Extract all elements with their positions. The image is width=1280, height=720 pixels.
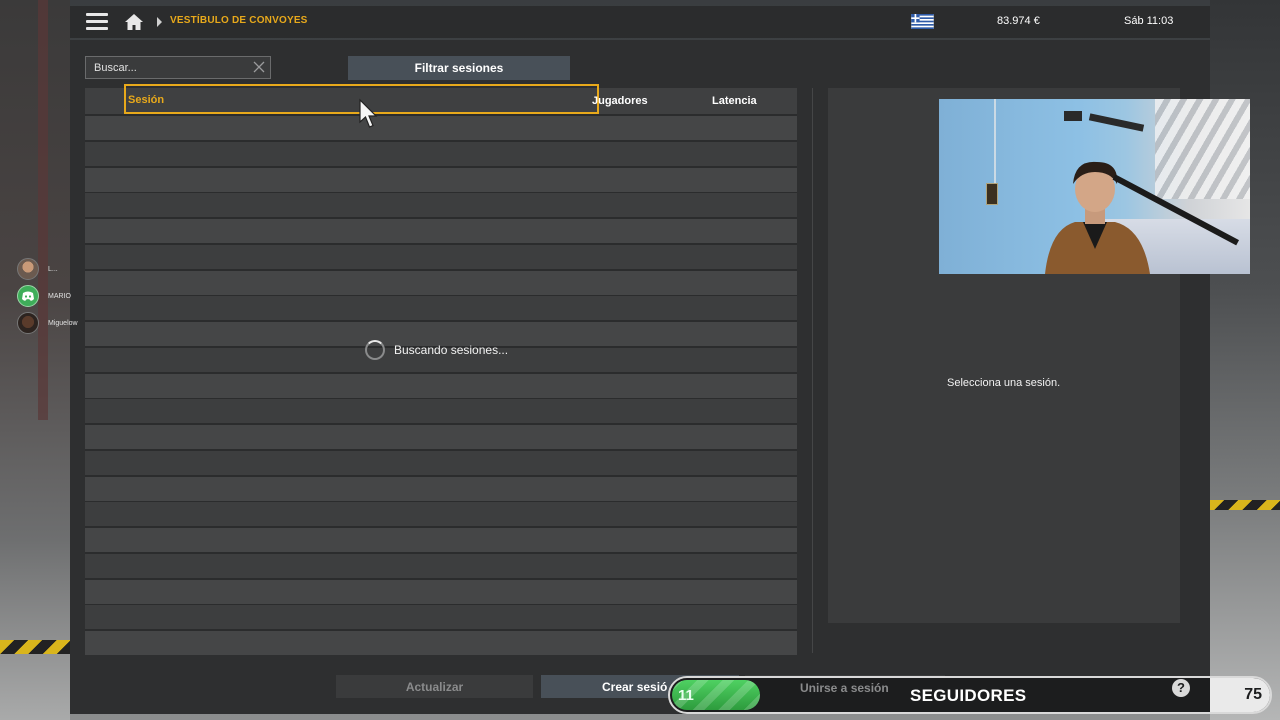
streamer-figure <box>1045 161 1150 274</box>
refresh-button[interactable]: Actualizar <box>336 675 533 698</box>
join-session-label-behind: Unirse a sesión <box>800 681 889 695</box>
webcam-wall-object <box>1064 111 1082 121</box>
detail-empty-text: Selecciona una sesión. <box>947 377 1061 389</box>
table-row[interactable] <box>85 244 797 269</box>
webcam-outlet <box>986 183 998 205</box>
table-row[interactable] <box>85 579 797 604</box>
breadcrumb-chevron-icon <box>157 17 162 27</box>
followers-goal-count: 75 <box>1244 686 1262 703</box>
column-header-latency[interactable]: Latencia <box>712 95 757 107</box>
webcam-overlay <box>939 99 1250 274</box>
table-row[interactable] <box>85 425 797 449</box>
help-icon[interactable]: ? <box>1172 679 1190 697</box>
table-row[interactable] <box>85 528 797 552</box>
table-row[interactable] <box>85 553 797 578</box>
table-row[interactable] <box>85 502 797 527</box>
breadcrumb[interactable]: VESTÍBULO DE CONVOYES <box>170 15 308 26</box>
search-box <box>85 56 271 79</box>
loading-text: Buscando sesiones... <box>394 343 509 357</box>
friend-item[interactable]: L... <box>17 257 78 281</box>
loading-indicator: Buscando sesiones... <box>365 340 508 360</box>
webcam-wall-object <box>1088 113 1145 132</box>
column-header-label: Sesión <box>128 94 165 106</box>
webcam-cable <box>994 99 996 189</box>
table-row[interactable] <box>85 631 797 655</box>
friend-item[interactable]: Miguelow <box>17 311 78 335</box>
discord-avatar-icon <box>17 285 39 307</box>
avatar <box>17 258 39 280</box>
table-row[interactable] <box>85 219 797 243</box>
loading-spinner-icon <box>365 340 385 360</box>
table-row[interactable] <box>85 373 797 398</box>
table-header: Sesión Jugadores Latencia <box>85 84 797 114</box>
background-scene-left <box>0 0 70 720</box>
session-rows <box>85 116 797 657</box>
friend-item[interactable]: MARIO <box>17 284 78 308</box>
table-row[interactable] <box>85 193 797 218</box>
panel-divider <box>812 88 813 653</box>
background-pillar <box>38 0 48 420</box>
greece-flag-icon <box>911 14 934 29</box>
table-row[interactable] <box>85 605 797 630</box>
table-row[interactable] <box>85 116 797 140</box>
followers-current-count: 11 <box>678 687 694 704</box>
table-row[interactable] <box>85 476 797 501</box>
money-balance: 83.974 € <box>997 15 1040 27</box>
table-row[interactable] <box>85 270 797 295</box>
followers-goal-box: 75 <box>1210 678 1270 712</box>
home-icon[interactable] <box>124 13 144 31</box>
table-row[interactable] <box>85 141 797 166</box>
search-input[interactable] <box>86 57 262 78</box>
hazard-stripe <box>0 640 70 654</box>
menu-icon[interactable] <box>86 13 108 31</box>
filter-sessions-button[interactable]: Filtrar sesiones <box>348 56 570 80</box>
table-row[interactable] <box>85 167 797 192</box>
avatar <box>17 312 39 334</box>
mouse-cursor-icon <box>359 98 378 128</box>
column-header-players[interactable]: Jugadores <box>592 95 648 107</box>
clear-search-icon[interactable] <box>253 61 265 73</box>
followers-label: SEGUIDORES <box>910 686 1027 705</box>
webcam-wall-pattern <box>1155 99 1250 199</box>
friends-list: L... MARIO Miguelow <box>17 257 78 338</box>
game-clock: Sáb 11:03 <box>1124 15 1174 27</box>
top-bar: VESTÍBULO DE CONVOYES 83.974 € Sáb 11:03 <box>70 6 1210 38</box>
hazard-stripe <box>1210 500 1280 510</box>
table-row[interactable] <box>85 399 797 424</box>
friend-name: L... <box>48 265 58 273</box>
friend-name: Miguelow <box>48 319 78 327</box>
followers-goal-widget: 11 Unirse a sesión SEGUIDORES ? 75 <box>668 676 1272 714</box>
friend-name: MARIO <box>48 292 71 300</box>
sessions-table: Sesión Jugadores Latencia <box>85 84 797 655</box>
table-row[interactable] <box>85 450 797 475</box>
table-row[interactable] <box>85 296 797 321</box>
